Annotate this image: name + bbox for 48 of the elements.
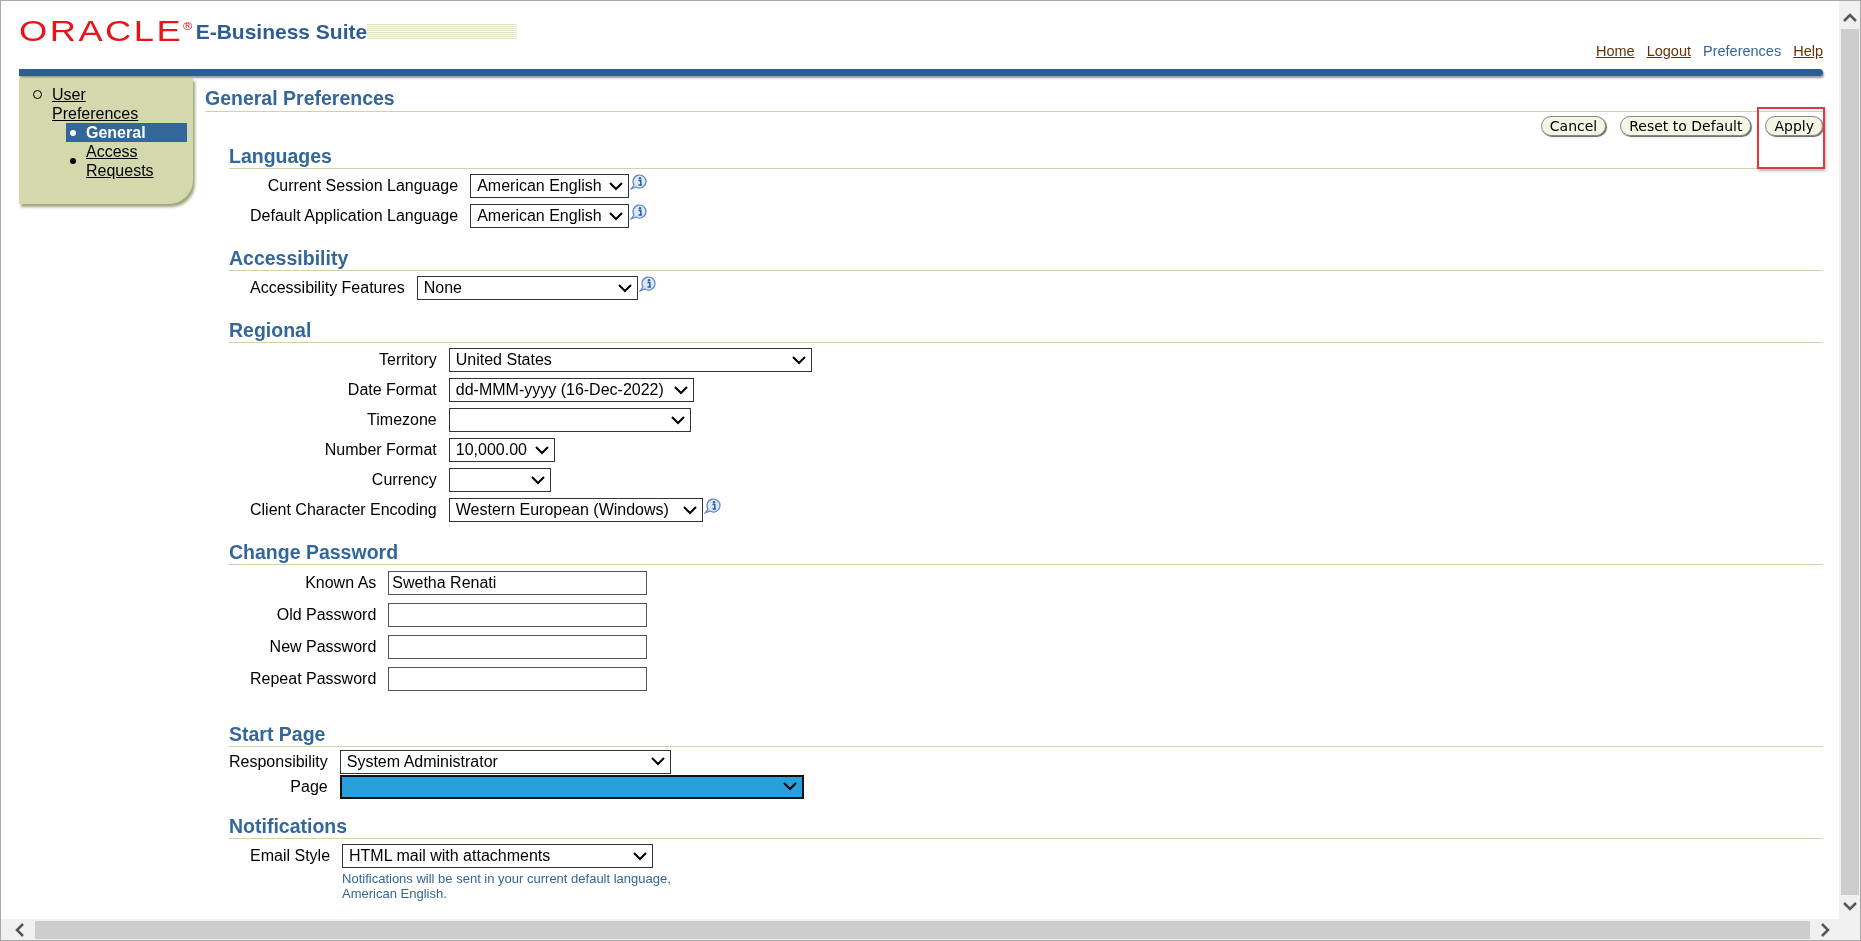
dropdown[interactable]: American English [470, 174, 630, 198]
dropdown[interactable]: System Administrator [339, 749, 671, 774]
field-label: Number Format [323, 441, 437, 459]
header-link[interactable]: Preferences [1703, 43, 1782, 59]
section-heading: Languages [229, 144, 1823, 169]
dropdown[interactable]: None [416, 276, 638, 300]
dropdown[interactable]: American English [470, 204, 630, 228]
action-button[interactable]: Cancel [1540, 116, 1607, 136]
text-field[interactable]: Swetha Renati [388, 571, 648, 595]
section-heading: Change Password [229, 540, 1823, 565]
field-label: Date Format [346, 381, 437, 399]
field-label: Old Password [275, 606, 377, 624]
dropdown[interactable]: United States [448, 348, 812, 372]
field-label: Timezone [366, 411, 437, 429]
oracle-logo: ORACLE$^{®}$ [19, 17, 195, 46]
product-name: E-Business Suite [195, 19, 368, 44]
field-label: Client Character Encoding [250, 501, 437, 519]
sidebar-link[interactable]: User Preferences [52, 85, 152, 123]
section-heading: Regional [229, 318, 1823, 343]
sidebar-item-label: General [86, 123, 146, 142]
dropdown[interactable]: 10,000.00 [448, 438, 555, 462]
field-label: Known As [304, 574, 377, 592]
field-label: Territory [378, 351, 437, 369]
header-link[interactable]: Help [1793, 43, 1823, 59]
hint-text: Notifications will be sent in your current default language, American English. [342, 871, 672, 901]
field-label: Default Application Language [250, 207, 459, 225]
field-label: Email Style [250, 847, 331, 865]
sidebar-item[interactable]: Access Requests [66, 142, 187, 180]
header-link[interactable]: Home [1595, 43, 1635, 59]
section-heading: Start Page [229, 722, 1823, 747]
field-label: Accessibility Features [250, 279, 405, 297]
header-link[interactable]: Logout [1646, 43, 1691, 59]
field-label: New Password [268, 638, 377, 656]
action-button[interactable]: Reset to Default [1620, 116, 1752, 136]
section-heading: Accessibility [229, 246, 1823, 271]
field-label: Page [289, 777, 328, 796]
field-label: Currency [370, 471, 437, 489]
sidebar-item[interactable]: General [66, 123, 187, 142]
action-button[interactable]: Apply [1765, 116, 1823, 136]
dropdown[interactable]: HTML mail with attachments [342, 844, 654, 868]
field-label: Repeat Password [250, 670, 377, 688]
page-title: General Preferences [205, 76, 1823, 112]
field-label: Current Session Language [266, 177, 459, 195]
sidebar-item-label: Access Requests [86, 142, 155, 180]
section-heading: Notifications [229, 814, 1823, 839]
field-label: Responsibility [229, 752, 328, 771]
dropdown[interactable]: Western European (Windows) [448, 498, 703, 522]
dropdown[interactable]: dd-MMM-yyyy (16-Dec-2022) [448, 378, 694, 402]
